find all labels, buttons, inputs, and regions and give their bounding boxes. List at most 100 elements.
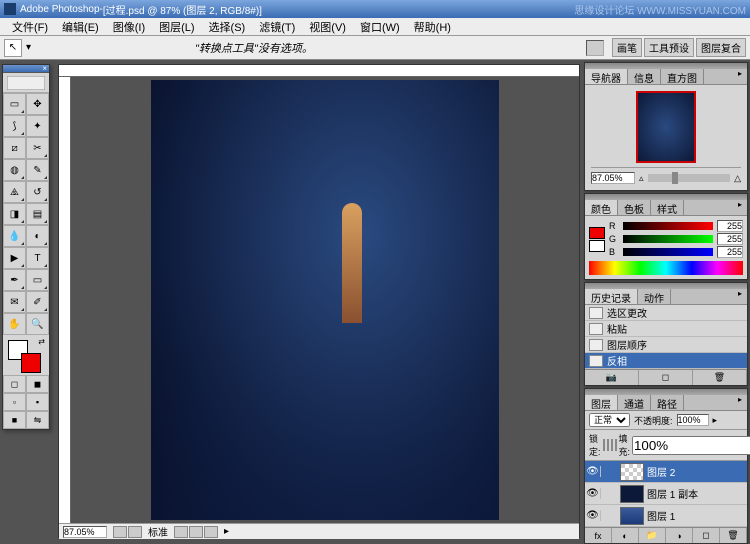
screen-mode-3-icon[interactable]: ■ — [3, 411, 26, 429]
visibility-icon[interactable]: 👁 — [585, 488, 601, 499]
navigator-zoom-input[interactable] — [591, 172, 635, 184]
menu-select[interactable]: 选择(S) — [203, 18, 252, 36]
palette-well-icon[interactable] — [586, 40, 604, 56]
status-icon-1[interactable] — [113, 526, 127, 538]
tab-history[interactable]: 历史记录 — [585, 289, 638, 304]
color-bg-chip[interactable] — [589, 240, 605, 252]
history-item[interactable]: 粘贴 — [585, 321, 747, 337]
tab-channels[interactable]: 通道 — [618, 395, 651, 410]
layer-mask-icon[interactable]: ◐ — [612, 528, 639, 543]
layer-thumbnail[interactable] — [620, 463, 644, 481]
panel-menu-icon[interactable]: ▸ — [733, 200, 747, 215]
panel-menu-icon[interactable]: ▸ — [733, 69, 747, 84]
menu-edit[interactable]: 编辑(E) — [56, 18, 105, 36]
layer-new-icon[interactable]: ◻ — [693, 528, 720, 543]
tab-color[interactable]: 颜色 — [585, 200, 618, 215]
panel-menu-icon[interactable]: ▸ — [733, 289, 747, 304]
eyedropper-tool[interactable]: ✐ — [26, 291, 49, 313]
layer-adjust-icon[interactable]: ◑ — [666, 528, 693, 543]
type-tool[interactable]: T — [26, 247, 49, 269]
current-tool-indicator[interactable]: ↖ — [4, 39, 22, 57]
visibility-icon[interactable]: 👁 — [585, 466, 601, 477]
path-selection-tool[interactable]: ▶ — [3, 247, 26, 269]
history-snapshot-icon[interactable]: 📷 — [585, 370, 639, 385]
canvas-viewport[interactable] — [71, 77, 579, 523]
quickmask-mode-icon[interactable]: ◼ — [26, 375, 49, 393]
menu-file[interactable]: 文件(F) — [6, 18, 54, 36]
r-slider[interactable] — [623, 222, 713, 230]
blur-tool[interactable]: 💧 — [3, 225, 26, 247]
lock-all-icon[interactable] — [615, 439, 617, 451]
layer-thumbnail[interactable] — [620, 507, 644, 525]
magic-wand-tool[interactable]: ✦ — [26, 115, 49, 137]
zoom-in-icon[interactable]: △ — [734, 173, 741, 184]
background-color[interactable] — [21, 353, 41, 373]
toolbox-drag-handle[interactable]: × — [3, 65, 49, 73]
zoom-input[interactable] — [63, 526, 107, 538]
color-fg-chip[interactable] — [589, 227, 605, 239]
b-value[interactable] — [717, 246, 743, 258]
slice-tool[interactable]: ✂ — [26, 137, 49, 159]
lock-transparency-icon[interactable] — [603, 439, 605, 451]
fill-input[interactable] — [632, 436, 750, 455]
crop-tool[interactable]: ⧄ — [3, 137, 26, 159]
g-value[interactable] — [717, 233, 743, 245]
r-value[interactable] — [717, 220, 743, 232]
gradient-tool[interactable]: ▤ — [26, 203, 49, 225]
layer-folder-icon[interactable]: 📁 — [639, 528, 666, 543]
history-brush-tool[interactable]: ↺ — [26, 181, 49, 203]
menu-view[interactable]: 视图(V) — [303, 18, 352, 36]
menu-image[interactable]: 图像(I) — [107, 18, 151, 36]
opacity-input[interactable] — [677, 414, 709, 426]
b-slider[interactable] — [623, 248, 713, 256]
status-icon-2[interactable] — [128, 526, 142, 538]
history-item[interactable]: 反相 — [585, 353, 747, 369]
tab-info[interactable]: 信息 — [628, 69, 661, 84]
status-icon-4[interactable] — [189, 526, 203, 538]
history-item[interactable]: 图层顺序 — [585, 337, 747, 353]
layer-trash-icon[interactable]: 🗑 — [720, 528, 747, 543]
eraser-tool[interactable]: ◨ — [3, 203, 26, 225]
layer-row[interactable]: 👁 图层 1 — [585, 505, 747, 527]
lock-position-icon[interactable] — [611, 439, 613, 451]
menu-layer[interactable]: 图层(L) — [153, 18, 200, 36]
notes-tool[interactable]: ✉ — [3, 291, 26, 313]
tab-navigator[interactable]: 导航器 — [585, 69, 628, 84]
healing-brush-tool[interactable]: ◍ — [3, 159, 26, 181]
imageready-icon[interactable]: ⇋ — [26, 411, 49, 429]
panel-menu-icon[interactable]: ▸ — [733, 395, 747, 410]
tab-actions[interactable]: 动作 — [638, 289, 671, 304]
palette-tab-tool-presets[interactable]: 工具预设 — [644, 38, 694, 57]
palette-tab-brushes[interactable]: 画笔 — [612, 38, 642, 57]
brush-tool[interactable]: ✎ — [26, 159, 49, 181]
history-item[interactable]: 选区更改 — [585, 305, 747, 321]
tab-swatches[interactable]: 色板 — [618, 200, 651, 215]
tab-histogram[interactable]: 直方图 — [661, 69, 704, 84]
layer-thumbnail[interactable] — [620, 485, 644, 503]
tool-dropdown-icon[interactable]: ▾ — [26, 42, 31, 53]
layer-row[interactable]: 👁 图层 2 — [585, 461, 747, 483]
ruler-vertical[interactable] — [59, 77, 71, 523]
status-icon-3[interactable] — [174, 526, 188, 538]
zoom-out-icon[interactable]: ▵ — [639, 173, 644, 184]
hand-tool[interactable]: ✋ — [3, 313, 26, 335]
zoom-tool[interactable]: 🔍 — [26, 313, 49, 335]
dropdown-icon[interactable]: ▸ — [713, 415, 718, 426]
g-slider[interactable] — [623, 235, 713, 243]
shape-tool[interactable]: ▭ — [26, 269, 49, 291]
menu-window[interactable]: 窗口(W) — [354, 18, 406, 36]
tab-styles[interactable]: 样式 — [651, 200, 684, 215]
menu-help[interactable]: 帮助(H) — [408, 18, 457, 36]
marquee-tool[interactable]: ▭ — [3, 93, 26, 115]
screen-mode-1-icon[interactable]: ▫ — [3, 393, 26, 411]
visibility-icon[interactable]: 👁 — [585, 510, 601, 521]
lasso-tool[interactable]: ⟆ — [3, 115, 26, 137]
history-new-icon[interactable]: ◻ — [639, 370, 693, 385]
palette-tab-layer-comps[interactable]: 图层复合 — [696, 38, 746, 57]
tab-paths[interactable]: 路径 — [651, 395, 684, 410]
move-tool[interactable]: ✥ — [26, 93, 49, 115]
navigator-thumbnail[interactable] — [636, 91, 696, 163]
swap-colors-icon[interactable]: ⇄ — [38, 337, 45, 346]
layer-row[interactable]: 👁 图层 1 副本 — [585, 483, 747, 505]
pen-tool[interactable]: ✒ — [3, 269, 26, 291]
